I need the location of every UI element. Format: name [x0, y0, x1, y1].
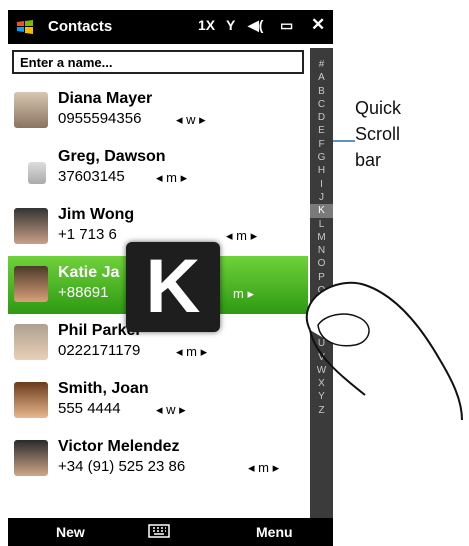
number-type-selector[interactable]: ◂ m ▸ — [248, 460, 279, 476]
finger-illustration — [305, 281, 463, 421]
list-item[interactable]: Victor Melendez +34 (91) 525 23 86 ◂ m ▸ — [8, 430, 308, 488]
number-type: m — [166, 170, 177, 185]
contact-name: Katie Ja — [58, 264, 120, 281]
battery-icon: ▭ — [280, 17, 294, 33]
scroll-letter-b[interactable]: B — [310, 85, 333, 98]
callout-line3: bar — [355, 150, 382, 170]
scroll-letter-m[interactable]: M — [310, 231, 333, 244]
contact-number: +1 713 6 — [58, 226, 117, 243]
app-title: Contacts — [48, 18, 113, 35]
scroll-letter-d[interactable]: D — [310, 111, 333, 124]
list-item[interactable]: Greg, Dawson 37603145 ◂ m ▸ — [8, 140, 308, 198]
number-type-selector[interactable]: ◂ w ▸ — [176, 112, 206, 128]
callout-label: Quick Scroll bar — [355, 95, 401, 173]
list-item[interactable]: Diana Mayer 0955594356 ◂ w ▸ — [8, 82, 308, 140]
avatar — [14, 208, 48, 244]
contact-card-icon — [28, 162, 46, 184]
contact-number: 0955594356 — [58, 110, 142, 127]
number-type-selector[interactable]: ◂ m ▸ — [176, 344, 207, 360]
number-type: w — [186, 112, 196, 127]
scroll-letter-k[interactable]: K — [310, 204, 333, 218]
windows-logo-icon[interactable] — [16, 19, 34, 35]
signal-icon: Y — [226, 17, 236, 33]
contact-number: +88691 — [58, 284, 109, 301]
callout-line2: Scroll — [355, 124, 401, 144]
contact-name: Greg, Dawson — [58, 148, 166, 165]
volume-icon[interactable]: ◀( — [248, 17, 263, 34]
contact-number: 555 4444 — [58, 400, 121, 417]
scroll-letter-a[interactable]: A — [310, 71, 333, 84]
number-type: m — [186, 344, 197, 359]
scroll-letter-c[interactable]: C — [310, 98, 333, 111]
contact-name: Diana Mayer — [58, 90, 153, 107]
title-bar: Contacts 1X Y ◀( ▭ ✕ — [8, 10, 333, 44]
number-type: m — [233, 286, 244, 301]
scroll-letter-j[interactable]: J — [310, 191, 333, 204]
number-type-selector[interactable]: ◂ m ▸ — [226, 228, 257, 244]
keyboard-icon[interactable] — [148, 523, 170, 539]
menu-button[interactable]: Menu — [256, 524, 293, 540]
avatar — [14, 92, 48, 128]
avatar — [14, 382, 48, 418]
scroll-letter-o[interactable]: O — [310, 257, 333, 270]
scroll-letter-e[interactable]: E — [310, 124, 333, 137]
phone-screen: Contacts 1X Y ◀( ▭ ✕ Enter a name... Dia… — [8, 10, 333, 546]
contact-number: 37603145 — [58, 168, 125, 185]
close-icon[interactable]: ✕ — [311, 15, 325, 35]
scroll-letter-hash[interactable]: # — [310, 58, 333, 71]
callout-line1: Quick — [355, 98, 402, 118]
scroll-letter-n[interactable]: N — [310, 244, 333, 257]
contact-name: Victor Melendez — [58, 438, 180, 455]
search-input[interactable]: Enter a name... — [12, 50, 304, 74]
avatar — [14, 324, 48, 360]
active-letter-popup: K — [126, 242, 220, 332]
soft-key-bar: New Menu — [8, 518, 333, 546]
new-button[interactable]: New — [56, 524, 85, 540]
number-type-selector[interactable]: ◂ w ▸ — [156, 402, 186, 418]
contact-name: Jim Wong — [58, 206, 135, 223]
number-type-selector[interactable]: m ▸ — [233, 286, 254, 302]
contact-number: 0222171179 — [58, 342, 141, 359]
scroll-letter-g[interactable]: G — [310, 151, 333, 164]
number-type-selector[interactable]: ◂ m ▸ — [156, 170, 187, 186]
scroll-letter-l[interactable]: L — [310, 218, 333, 231]
avatar — [14, 266, 48, 302]
number-type: m — [236, 228, 247, 243]
scroll-letter-h[interactable]: H — [310, 164, 333, 177]
scroll-letter-f[interactable]: F — [310, 138, 333, 151]
contact-name: Smith, Joan — [58, 380, 149, 397]
number-type: w — [166, 402, 176, 417]
avatar — [14, 440, 48, 476]
scroll-letter-i[interactable]: I — [310, 178, 333, 191]
contact-number: +34 (91) 525 23 86 — [58, 458, 186, 475]
network-1x-icon: 1X — [198, 17, 216, 33]
list-item[interactable]: Smith, Joan 555 4444 ◂ w ▸ — [8, 372, 308, 430]
number-type: m — [258, 460, 269, 475]
